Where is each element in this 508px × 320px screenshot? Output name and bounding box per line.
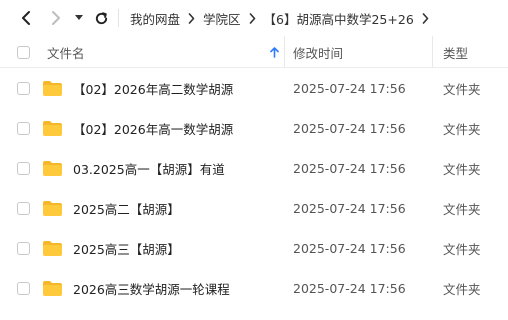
checkbox[interactable] (17, 201, 30, 215)
history-dropdown-button[interactable] (72, 10, 86, 26)
file-type: 文件夹 (443, 121, 481, 137)
table-row[interactable]: 【02】2026年高一数学胡源 2025-07-24 17:56 文件夹 (0, 108, 508, 148)
breadcrumb: 我的网盘 学院区 【6】胡源高中数学25+26 (130, 0, 437, 36)
checkbox[interactable] (17, 161, 30, 175)
refresh-button[interactable] (90, 7, 112, 29)
file-type: 文件夹 (443, 241, 481, 257)
file-name[interactable]: 2026高三数学胡源一轮课程 (73, 268, 230, 308)
column-divider[interactable] (284, 36, 285, 68)
column-divider[interactable] (432, 36, 433, 68)
table-row[interactable]: 【02】2026年高二数学胡源 2025-07-24 17:56 文件夹 (0, 68, 508, 108)
chevron-left-icon (22, 11, 30, 25)
file-type: 文件夹 (443, 281, 481, 297)
file-modified: 2025-07-24 17:56 (293, 280, 406, 296)
folder-icon (43, 81, 62, 96)
file-name[interactable]: 03.2025高一【胡源】有道 (73, 148, 225, 188)
breadcrumb-item-my-drive[interactable]: 我的网盘 (130, 9, 180, 28)
breadcrumb-item-current-folder[interactable]: 【6】胡源高中数学25+26 (264, 9, 414, 28)
file-name[interactable]: 【02】2026年高二数学胡源 (73, 68, 233, 108)
file-type: 文件夹 (443, 81, 481, 97)
file-modified: 2025-07-24 17:56 (293, 80, 406, 96)
forward-button[interactable] (44, 6, 68, 30)
back-button[interactable] (14, 6, 38, 30)
table-row[interactable]: 2025高三【胡源】 2025-07-24 17:56 文件夹 (0, 228, 508, 268)
column-header-name[interactable]: 文件名 (47, 36, 85, 68)
folder-icon (43, 121, 62, 136)
row-checkbox[interactable] (17, 268, 30, 308)
row-checkbox[interactable] (17, 148, 30, 188)
checkbox[interactable] (17, 121, 30, 135)
sort-ascending-icon[interactable] (270, 36, 279, 68)
folder-icon (43, 201, 62, 216)
file-name[interactable]: 2025高三【胡源】 (73, 228, 180, 268)
toolbar-divider (118, 9, 119, 27)
column-header-modified[interactable]: 修改时间 (293, 36, 343, 68)
table-row[interactable]: 03.2025高一【胡源】有道 2025-07-24 17:56 文件夹 (0, 148, 508, 188)
refresh-icon (95, 11, 107, 24)
file-name[interactable]: 【02】2026年高一数学胡源 (73, 108, 233, 148)
folder-icon (43, 161, 62, 176)
file-type: 文件夹 (443, 161, 481, 177)
row-checkbox[interactable] (17, 68, 30, 108)
select-all-checkbox[interactable] (17, 36, 30, 68)
column-header-type[interactable]: 类型 (443, 36, 468, 68)
navigation-toolbar: 我的网盘 学院区 【6】胡源高中数学25+26 (0, 0, 508, 36)
row-checkbox[interactable] (17, 228, 30, 268)
chevron-right-icon (52, 11, 60, 25)
checkbox[interactable] (17, 81, 30, 95)
table-row[interactable]: 2025高二【胡源】 2025-07-24 17:56 文件夹 (0, 188, 508, 228)
file-modified: 2025-07-24 17:56 (293, 240, 406, 256)
file-modified: 2025-07-24 17:56 (293, 120, 406, 136)
file-modified: 2025-07-24 17:56 (293, 200, 406, 216)
file-modified: 2025-07-24 17:56 (293, 160, 406, 176)
chevron-right-icon (188, 12, 195, 24)
file-list-header: 文件名 修改时间 类型 (0, 36, 508, 68)
caret-down-icon (75, 15, 83, 20)
chevron-right-icon[interactable] (422, 12, 429, 24)
checkbox[interactable] (17, 241, 30, 255)
file-name[interactable]: 2025高二【胡源】 (73, 188, 180, 228)
breadcrumb-item-academy[interactable]: 学院区 (203, 9, 241, 28)
row-checkbox[interactable] (17, 188, 30, 228)
file-type: 文件夹 (443, 201, 481, 217)
row-checkbox[interactable] (17, 108, 30, 148)
checkbox[interactable] (17, 45, 30, 59)
table-row[interactable]: 2026高三数学胡源一轮课程 2025-07-24 17:56 文件夹 (0, 268, 508, 308)
folder-icon (43, 241, 62, 256)
folder-icon (43, 281, 62, 296)
checkbox[interactable] (17, 281, 30, 295)
chevron-right-icon (249, 12, 256, 24)
